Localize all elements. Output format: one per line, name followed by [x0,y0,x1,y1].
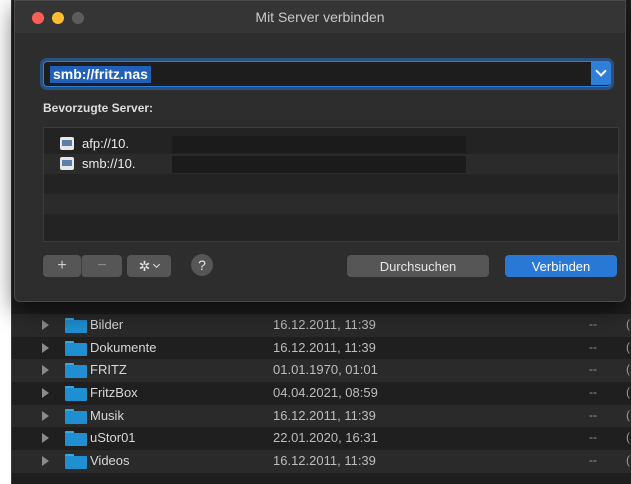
empty-list-row [44,194,618,214]
folder-icon [65,454,87,470]
redacted-area [172,136,466,153]
redacted-area [172,156,466,173]
file-name: uStor01 [90,430,136,446]
disclosure-triangle-icon[interactable] [42,388,49,399]
connect-to-server-dialog: Mit Server verbinden smb://fritz.nas Bev… [14,0,626,302]
list-item[interactable]: FritzBox 04.04.2021, 08:59 -- ( [12,382,631,405]
disclosure-triangle-icon[interactable] [42,433,49,444]
list-item[interactable]: FRITZ 01.01.1970, 01:01 -- ( [12,359,631,383]
file-date: 22.01.2020, 16:31 [273,430,378,446]
chevron-down-icon [153,260,161,269]
disclosure-triangle-icon[interactable] [42,342,49,353]
file-name: Dokumente [90,339,157,355]
list-item[interactable]: Videos 16.12.2011, 11:39 -- ( [12,450,631,473]
file-kind: ( [626,407,630,422]
empty-list-row [44,214,618,234]
file-size: -- [589,385,597,400]
file-size: -- [589,362,597,377]
file-date: 16.12.2011, 11:39 [273,453,376,469]
file-date: 16.12.2011, 11:39 [273,317,376,332]
disclosure-triangle-icon[interactable] [42,456,49,467]
gear-icon: ✲ [138,257,151,274]
folder-icon [65,363,87,379]
connect-button[interactable]: Verbinden [505,255,617,277]
folder-icon [65,431,87,447]
file-kind: ( [626,453,630,468]
server-address-value: smb://fritz.nas [50,66,151,83]
folder-icon [65,340,87,356]
file-name: FritzBox [90,385,138,401]
add-favorite-button[interactable]: + [43,255,81,277]
file-size: -- [589,339,597,354]
favorite-servers-list[interactable]: afp://10. smb://10. [43,127,619,242]
file-kind: ( [626,385,630,400]
file-size: -- [589,407,597,422]
recent-servers-dropdown[interactable] [591,61,611,85]
disclosure-triangle-icon[interactable] [42,320,49,330]
list-item[interactable]: uStor01 22.01.2020, 16:31 -- ( [12,427,631,451]
file-size: -- [589,453,597,468]
list-item[interactable]: Dokumente 16.12.2011, 11:39 -- ( [12,336,631,360]
favorites-label: Bevorzugte Server: [43,101,154,115]
folder-icon [65,386,87,402]
server-icon [60,137,74,150]
favorite-server-address: smb://10. [82,156,136,171]
action-menu-button[interactable]: ✲ [127,255,171,277]
file-kind: ( [626,317,630,331]
file-name: FRITZ [90,362,127,378]
browse-button[interactable]: Durchsuchen [347,255,489,277]
file-name: Videos [90,453,130,469]
file-name: Musik [90,407,124,423]
list-item[interactable]: Bilder 16.12.2011, 11:39 -- ( [12,314,631,337]
favorite-server-item[interactable]: afp://10. [44,134,618,154]
file-name: Bilder [90,317,124,332]
empty-list-row [44,174,618,194]
file-size: -- [589,430,597,445]
file-kind: ( [626,339,630,354]
folder-icon [65,318,87,333]
favorite-server-address: afp://10. [82,136,129,151]
file-kind: ( [626,430,630,445]
disclosure-triangle-icon[interactable] [42,365,49,376]
chevron-down-icon [595,65,607,77]
file-date: 04.04.2021, 08:59 [273,385,378,401]
remove-favorite-button[interactable]: − [81,255,122,277]
file-date: 16.12.2011, 11:39 [273,339,376,355]
list-item[interactable]: Musik 16.12.2011, 11:39 -- ( [12,404,631,428]
file-date: 16.12.2011, 11:39 [273,407,376,423]
window-title: Mit Server verbinden [255,9,385,25]
title-bar: Mit Server verbinden [15,1,625,33]
disclosure-triangle-icon[interactable] [42,410,49,421]
file-date: 01.01.1970, 01:01 [273,362,378,378]
favorite-server-item[interactable]: smb://10. [44,154,618,174]
file-list: Bilder 16.12.2011, 11:39 -- ( Dokumente … [12,314,631,473]
file-kind: ( [626,362,630,377]
server-icon [60,157,74,170]
server-address-input[interactable]: smb://fritz.nas [43,61,611,87]
help-button[interactable]: ? [191,254,213,276]
file-size: -- [589,317,597,331]
folder-icon [65,408,87,424]
